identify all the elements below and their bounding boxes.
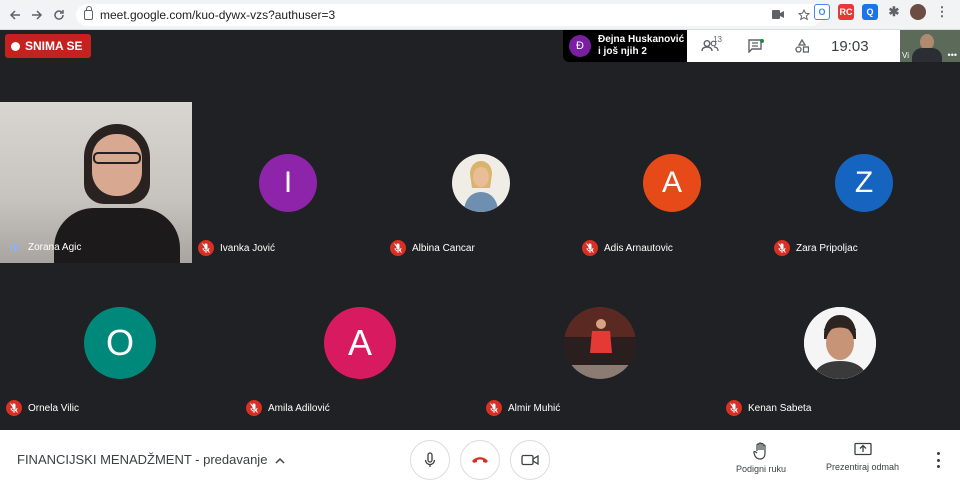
hand-icon (753, 442, 766, 460)
recording-dot-icon (11, 41, 20, 51)
participants-count: 13 (713, 35, 722, 44)
participant-name: Ivanka Jović (220, 242, 276, 254)
extensions-puzzle-icon[interactable]: ✱ (886, 4, 902, 20)
present-label: Prezentiraj odmah (826, 462, 900, 472)
chat-icon (748, 39, 764, 53)
participant-avatar-ornela: O (84, 307, 156, 379)
mic-off-icon (390, 240, 406, 256)
mic-off-icon (582, 240, 598, 256)
recording-label: SNIMA SE (25, 39, 83, 53)
participant-name: Kenan Sabeta (748, 402, 812, 414)
self-view-tile[interactable]: Vi ••• (900, 30, 960, 62)
mic-off-icon (774, 240, 790, 256)
bookmark-star-icon[interactable] (798, 9, 810, 21)
camera-button[interactable] (510, 440, 550, 480)
participant-name: Amila Adilović (268, 402, 330, 414)
raise-hand-label: Podigni ruku (736, 464, 787, 474)
lock-icon (84, 6, 93, 20)
hang-up-icon (472, 457, 488, 463)
video-person-torso (54, 208, 180, 263)
shapes-icon (795, 39, 809, 53)
notification-line1: Đejna Huskanović (598, 34, 685, 45)
chat-button[interactable] (733, 30, 779, 62)
participants-button[interactable]: 13 (687, 30, 733, 62)
self-view-more-icon[interactable]: ••• (948, 50, 957, 60)
join-notification[interactable]: Đ Đejna Huskanović i još njih 2 (563, 30, 687, 62)
raise-hand-button[interactable]: Podigni ruku (736, 442, 786, 474)
recording-badge: SNIMA SE (5, 34, 91, 58)
participant-avatar-amila: A (324, 307, 396, 379)
mic-off-icon (246, 400, 262, 416)
self-view-label: Vi (902, 51, 909, 60)
participant-label-4: Zara Pripoljac (774, 240, 858, 256)
extension-icon-2[interactable]: RC (838, 4, 854, 20)
camera-icon[interactable] (772, 10, 784, 19)
mic-off-icon (486, 400, 502, 416)
meeting-clock: 19:03 (831, 37, 869, 55)
video-person-face (92, 134, 142, 196)
meeting-details-toggle[interactable]: FINANCIJSKI MENADŽMENT - predavanje (17, 452, 285, 467)
forward-icon[interactable] (26, 4, 48, 26)
participant-name: Albina Cancar (412, 242, 475, 254)
participant-avatar-ivanka: I (259, 154, 317, 212)
participant-photo-albina (452, 154, 510, 212)
more-options-icon[interactable] (934, 452, 942, 468)
speaking-indicator-icon (10, 243, 22, 253)
participant-avatar-adis: A (643, 154, 701, 212)
extension-icon-3[interactable]: Q (862, 4, 878, 20)
participant-avatar-zara: Z (835, 154, 893, 212)
leave-call-button[interactable] (460, 440, 500, 480)
participant-label-6: Amila Adilović (246, 400, 330, 416)
participant-name: Adis Arnautovic (604, 242, 673, 254)
participant-name: Ornela Vilic (28, 402, 79, 414)
participant-photo-kenan (804, 307, 876, 379)
profile-avatar[interactable] (910, 4, 926, 20)
meeting-title: FINANCIJSKI MENADŽMENT - predavanje (17, 452, 268, 467)
participant-label-3: Adis Arnautovic (582, 240, 673, 256)
back-icon[interactable] (4, 4, 26, 26)
browser-toolbar: meet.google.com/kuo-dywx-vzs?authuser=3 … (0, 0, 960, 30)
mic-off-icon (6, 400, 22, 416)
participant-photo-almir (564, 307, 636, 379)
mic-off-icon (726, 400, 742, 416)
present-screen-icon (853, 442, 872, 456)
video-camera-icon (521, 454, 539, 466)
participant-name: Almir Muhić (508, 402, 561, 414)
participant-name: Zorana Agic (28, 242, 82, 253)
mic-off-icon (198, 240, 214, 256)
self-view-body (912, 48, 942, 62)
browser-menu-icon[interactable]: ⋮ (934, 4, 950, 20)
participant-label-7: Almir Muhić (486, 400, 560, 416)
url-text: meet.google.com/kuo-dywx-vzs?authuser=3 (100, 8, 336, 22)
chevron-up-icon (275, 453, 285, 467)
participant-label-0: Zorana Agic (6, 242, 81, 253)
meet-bottom-bar: FINANCIJSKI MENADŽMENT - predavanje Podi… (0, 430, 960, 488)
notification-avatar: Đ (569, 35, 591, 57)
video-person-glasses (93, 152, 141, 164)
reload-icon[interactable] (48, 4, 70, 26)
activities-button[interactable] (779, 30, 825, 62)
participant-name: Zara Pripoljac (796, 242, 858, 254)
participant-label-2: Albina Cancar (390, 240, 475, 256)
participant-label-5: Ornela Vilic (6, 400, 79, 416)
participant-video-zorana[interactable] (0, 102, 192, 263)
meet-top-toolbar: 13 19:03 (687, 30, 900, 62)
extension-icon-1[interactable]: O (814, 4, 830, 20)
present-now-button[interactable]: Prezentiraj odmah (826, 442, 899, 472)
participant-label-1: Ivanka Jović (198, 240, 275, 256)
microphone-button[interactable] (410, 440, 450, 480)
notification-line2: i još njih 2 (598, 46, 647, 57)
participant-label-8: Kenan Sabeta (726, 400, 811, 416)
address-bar[interactable]: meet.google.com/kuo-dywx-vzs?authuser=3 (76, 4, 822, 26)
microphone-icon (424, 452, 436, 467)
